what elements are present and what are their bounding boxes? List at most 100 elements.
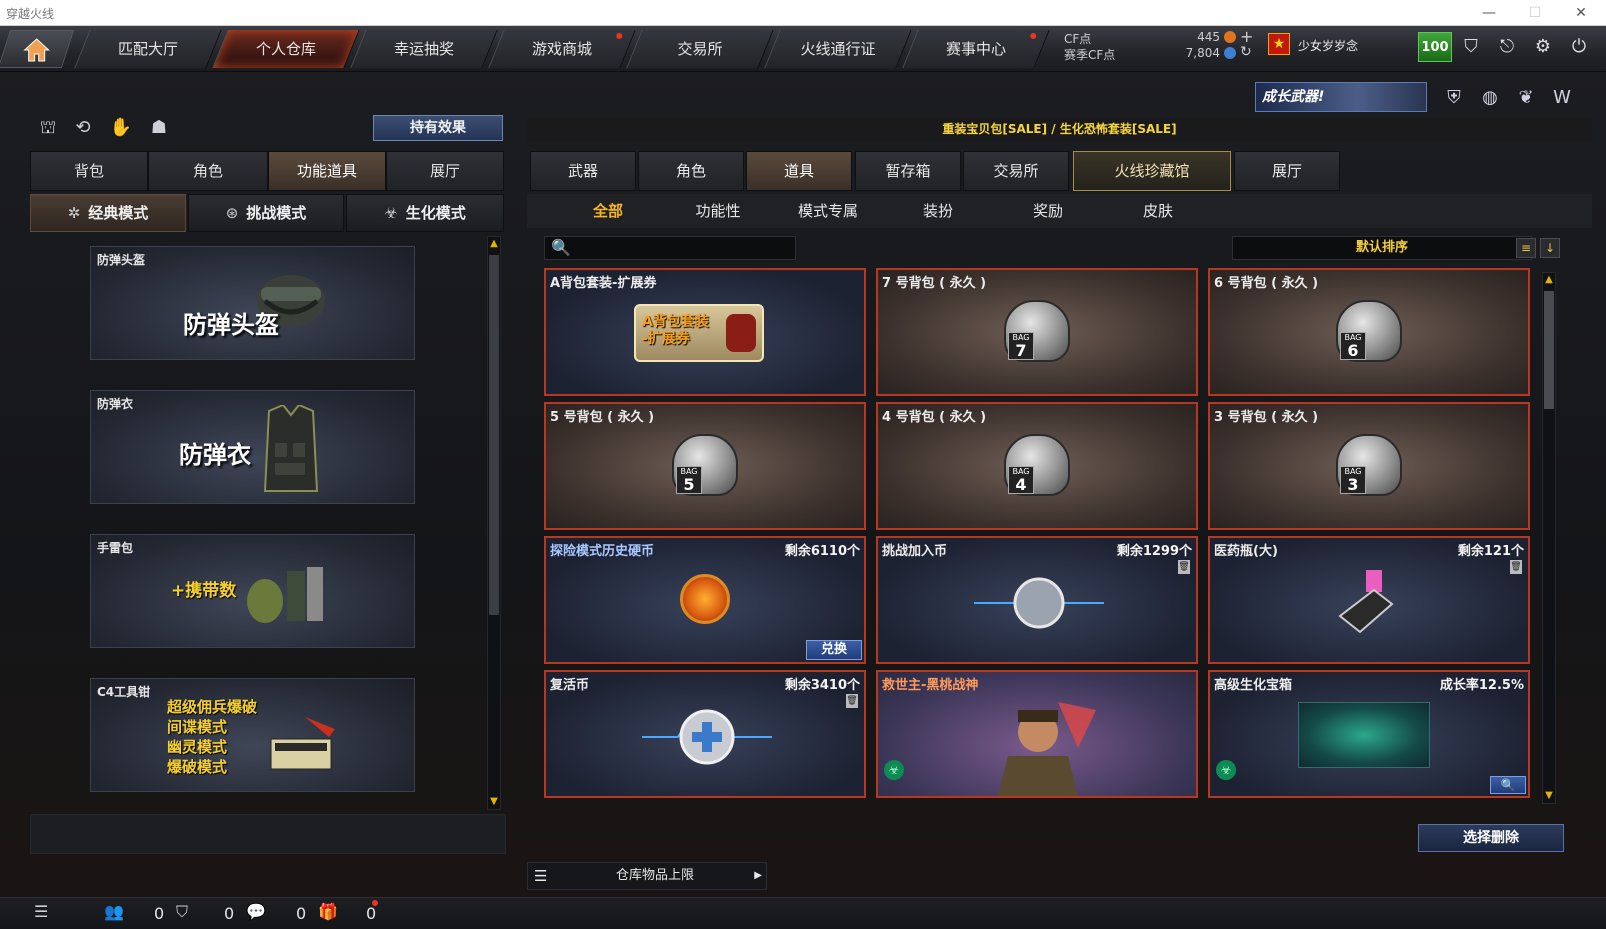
scroll-up-icon[interactable]: ▲ bbox=[1543, 273, 1555, 287]
grenade-pack-slot[interactable]: 手雷包 +携带数 bbox=[90, 534, 415, 648]
grid-scrollbar[interactable]: ▲ ▼ bbox=[1542, 272, 1556, 804]
left-tab-backpack[interactable]: 背包 bbox=[30, 151, 148, 191]
wings-icon[interactable]: ❦ bbox=[1512, 84, 1540, 112]
cf-value: 445 bbox=[1197, 30, 1220, 44]
home-button[interactable] bbox=[0, 30, 75, 68]
friends-icon[interactable]: 👥 bbox=[104, 902, 124, 921]
storage-limit-bar[interactable]: ☰ 仓库物品上限 ▶ bbox=[527, 862, 767, 890]
refresh-icon[interactable]: ↻ bbox=[1240, 44, 1252, 60]
maximize-icon[interactable]: ☐ bbox=[1512, 0, 1558, 26]
item-card[interactable]: 7 号背包 ( 永久 ) BAG 7 bbox=[876, 268, 1198, 396]
nav-tab-events[interactable]: 赛事中心 bbox=[902, 30, 1050, 68]
trash-icon[interactable]: 🗑 bbox=[1178, 560, 1190, 574]
clan-shield-icon[interactable]: ⛉ bbox=[176, 902, 188, 922]
helmet-slot[interactable]: 防弹头盔 防弹头盔 bbox=[90, 246, 415, 360]
left-scrollbar[interactable]: ▲ ▼ bbox=[487, 236, 501, 810]
item-card[interactable]: 6 号背包 ( 永久 ) BAG 6 bbox=[1208, 268, 1530, 396]
cf-coin-icon bbox=[1224, 30, 1236, 44]
scroll-thumb[interactable] bbox=[489, 255, 499, 615]
redeem-button[interactable]: 兑换 bbox=[806, 640, 862, 660]
minimize-icon[interactable]: — bbox=[1466, 0, 1512, 26]
vest-icon bbox=[263, 405, 319, 492]
vip-badge-icon[interactable]: ⛨ bbox=[1440, 84, 1468, 112]
subtab-all[interactable]: 全部 bbox=[553, 194, 663, 228]
nav-tab-exchange[interactable]: 交易所 bbox=[626, 30, 774, 68]
nav-tab-shop[interactable]: 游戏商城 bbox=[488, 30, 636, 68]
promo-banner[interactable]: 重装宝贝包[SALE] / 生化恐怖套装[SALE] bbox=[527, 117, 1592, 141]
growth-weapon-banner[interactable]: 成长武器! bbox=[1255, 82, 1427, 112]
right-tab-character[interactable]: 角色 bbox=[638, 151, 744, 191]
mode-tab-challenge[interactable]: ⊛ 挑战模式 bbox=[188, 194, 344, 232]
gift-icon[interactable]: 🎁 bbox=[318, 902, 338, 921]
vest-slot[interactable]: 防弹衣 防弹衣 bbox=[90, 390, 415, 504]
nav-tab-pass[interactable]: 火线通行证 bbox=[764, 30, 912, 68]
left-tab-showroom[interactable]: 展厅 bbox=[386, 151, 504, 191]
right-tab-collection[interactable]: 火线珍藏馆 bbox=[1073, 151, 1231, 191]
effect-button[interactable]: 持有效果 bbox=[373, 115, 503, 141]
right-tab-showroom[interactable]: 展厅 bbox=[1234, 151, 1340, 191]
preview-button[interactable]: 🔍 bbox=[1490, 776, 1526, 794]
right-tab-weapons[interactable]: 武器 bbox=[530, 151, 636, 191]
notification-dot bbox=[372, 900, 378, 906]
home-icon bbox=[23, 38, 50, 62]
subtab-skins[interactable]: 皮肤 bbox=[1103, 194, 1213, 228]
subtab-decoration[interactable]: 装扮 bbox=[883, 194, 993, 228]
sort-dropdown[interactable]: 默认排序 bbox=[1232, 236, 1532, 260]
right-tab-temp-box[interactable]: 暂存箱 bbox=[855, 151, 961, 191]
item-grid: A背包套装-扩展券 A背包套装 -扩展券 7 号背包 ( 永久 ) BAG 7 6… bbox=[544, 268, 1534, 804]
chat-icon[interactable]: 💬 bbox=[246, 902, 266, 921]
item-card[interactable]: 5 号背包 ( 永久 ) BAG 5 bbox=[544, 402, 866, 530]
shield-icon[interactable]: ⛉ bbox=[1456, 33, 1486, 61]
exit-room-icon[interactable]: ⎋ bbox=[1492, 33, 1522, 61]
item-card[interactable]: A背包套装-扩展券 A背包套装 -扩展券 bbox=[544, 268, 866, 396]
select-delete-button[interactable]: 选择删除 bbox=[1418, 824, 1564, 852]
item-card[interactable]: 高级生化宝箱 成长率12.5% ☣ 🔍 bbox=[1208, 670, 1530, 798]
mode-tab-biochem[interactable]: ☣ 生化模式 bbox=[346, 194, 504, 232]
menu-list-icon[interactable]: ☰ bbox=[34, 902, 48, 921]
nav-tab-warehouse[interactable]: 个人仓库 bbox=[212, 30, 360, 68]
scroll-down-icon[interactable]: ▼ bbox=[488, 795, 500, 809]
sort-order-icon[interactable]: ↓ bbox=[1540, 238, 1560, 258]
left-tab-function-items[interactable]: 功能道具 bbox=[268, 151, 386, 191]
w-logo-icon[interactable]: W bbox=[1548, 84, 1576, 112]
close-icon[interactable]: ✕ bbox=[1558, 0, 1604, 26]
item-card[interactable]: 医药瓶(大) 剩余121个 🗑 bbox=[1208, 536, 1530, 664]
trash-icon[interactable]: 🗑 bbox=[1510, 560, 1522, 574]
classic-mode-icon: ✲ bbox=[67, 204, 81, 222]
revive-coin-icon bbox=[642, 709, 772, 765]
c4-pliers-icon bbox=[270, 717, 335, 770]
stats-icon[interactable]: ⛫ bbox=[35, 115, 61, 141]
hand-icon[interactable]: ✋ bbox=[108, 115, 134, 141]
list-view-icon[interactable]: ≡ bbox=[1516, 238, 1536, 258]
item-card[interactable]: 复活币 剩余3410个 🗑 bbox=[544, 670, 866, 798]
item-card[interactable]: 探险模式历史硬币 剩余6110个 兑换 bbox=[544, 536, 866, 664]
item-card[interactable]: 挑战加入币 剩余1299个 🗑 bbox=[876, 536, 1198, 664]
nav-tab-lottery[interactable]: 幸运抽奖 bbox=[350, 30, 498, 68]
power-icon[interactable]: ⏻ bbox=[1564, 33, 1594, 61]
search-input[interactable]: 🔍 bbox=[544, 236, 796, 260]
nav-tab-match-lobby[interactable]: 匹配大厅 bbox=[74, 30, 222, 68]
item-card[interactable]: 救世主-黑桃战神 ☣ bbox=[876, 670, 1198, 798]
history-icon[interactable]: ⟲ bbox=[70, 115, 96, 141]
settings-gear-icon[interactable]: ⚙ bbox=[1528, 33, 1558, 61]
scroll-thumb[interactable] bbox=[1544, 291, 1554, 409]
item-card[interactable]: 4 号背包 ( 永久 ) BAG 4 bbox=[876, 402, 1198, 530]
subtab-functional[interactable]: 功能性 bbox=[663, 194, 773, 228]
grenade-icon[interactable]: ☗ bbox=[146, 115, 172, 141]
globe-icon[interactable]: ◍ bbox=[1476, 84, 1504, 112]
c4-tool-slot[interactable]: C4工具钳 超级佣兵爆破 间谍模式 幽灵模式 爆破模式 bbox=[90, 678, 415, 792]
backpack-icon: BAG 3 bbox=[1336, 434, 1402, 496]
expand-arrow-icon[interactable]: ▶ bbox=[754, 863, 762, 889]
player-profile[interactable]: ★ 少女岁岁念 bbox=[1268, 31, 1418, 61]
scroll-down-icon[interactable]: ▼ bbox=[1543, 789, 1555, 803]
scroll-up-icon[interactable]: ▲ bbox=[488, 237, 500, 251]
mode-tab-classic[interactable]: ✲ 经典模式 bbox=[30, 194, 186, 232]
right-tab-exchange[interactable]: 交易所 bbox=[963, 151, 1069, 191]
left-tab-character[interactable]: 角色 bbox=[148, 151, 268, 191]
subtab-mode-exclusive[interactable]: 模式专属 bbox=[773, 194, 883, 228]
subtab-rewards[interactable]: 奖励 bbox=[993, 194, 1103, 228]
item-card[interactable]: 3 号背包 ( 永久 ) BAG 3 bbox=[1208, 402, 1530, 530]
season-cf-value: 7,804 bbox=[1185, 46, 1220, 60]
right-tab-items[interactable]: 道具 bbox=[746, 151, 852, 191]
trash-icon[interactable]: 🗑 bbox=[846, 694, 858, 708]
